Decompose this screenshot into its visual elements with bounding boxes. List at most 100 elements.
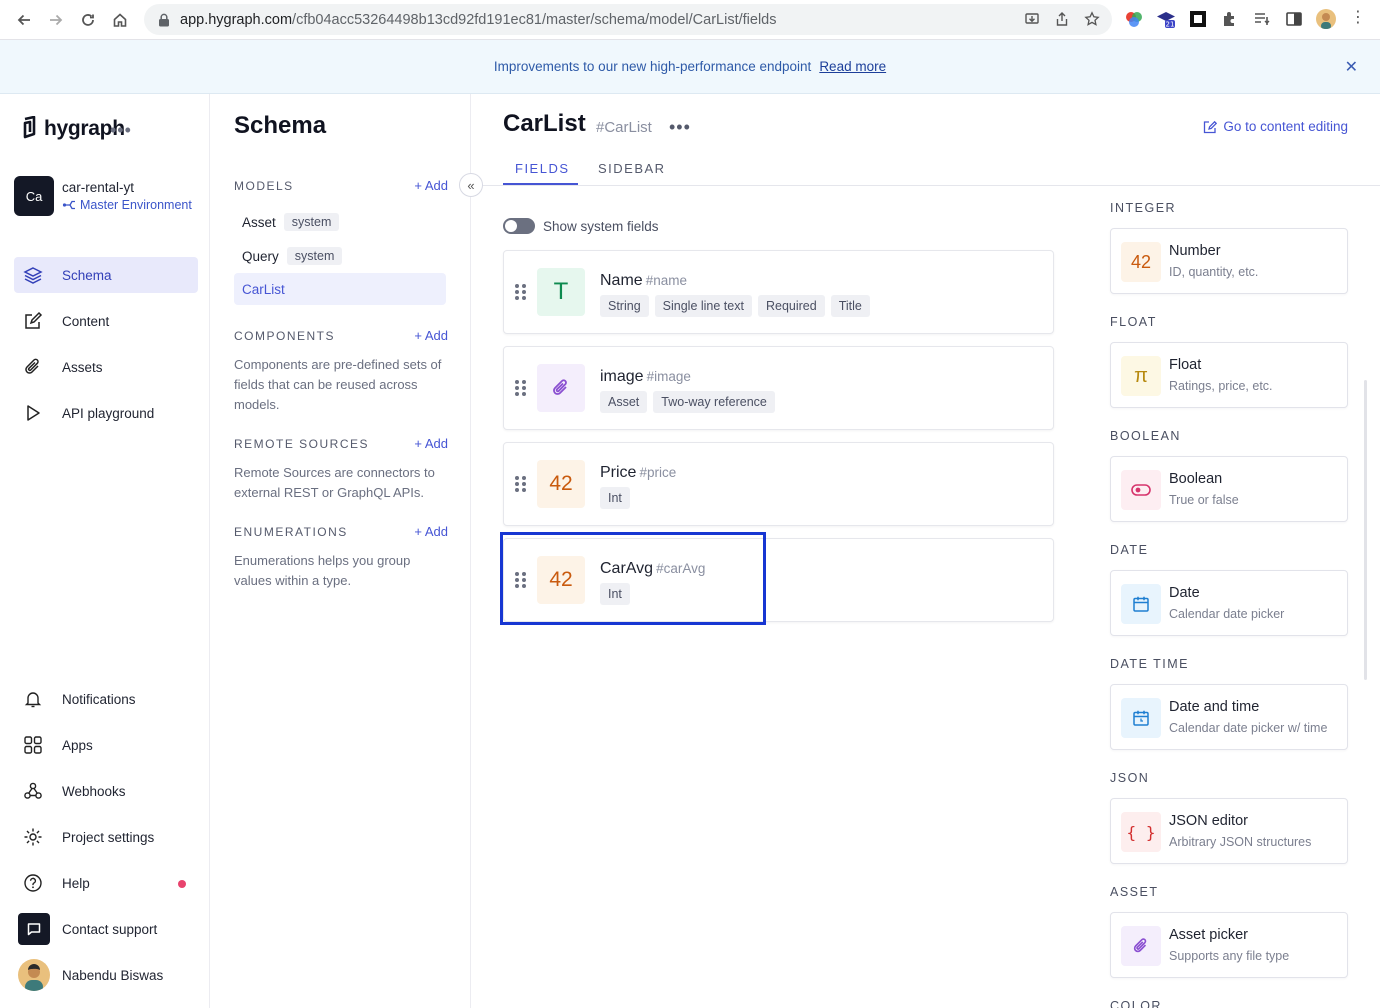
type-card-boolean[interactable]: Boolean True or false xyxy=(1110,456,1348,522)
field-card-caravg[interactable]: 42 CarAvg #carAvg Int xyxy=(503,538,1054,622)
url-host: app.hygraph.com xyxy=(180,11,293,28)
reload-icon[interactable] xyxy=(77,9,99,31)
type-card-number[interactable]: 42 Number ID, quantity, etc. xyxy=(1110,228,1348,294)
bell-icon xyxy=(22,688,44,710)
sidebar-item-contact-support[interactable]: Contact support xyxy=(14,911,198,947)
project-avatar: Ca xyxy=(14,176,54,216)
sidebar-item-label: Apps xyxy=(62,737,93,753)
type-group-heading: INTEGER xyxy=(1110,201,1177,215)
environment-link[interactable]: Master Environment xyxy=(62,198,192,212)
help-circle-icon xyxy=(22,872,44,894)
field-api-id: #price xyxy=(639,465,677,480)
share-icon[interactable] xyxy=(1054,11,1070,27)
layers-icon xyxy=(22,264,44,286)
drag-handle-icon[interactable] xyxy=(515,476,526,492)
forward-arrow-icon[interactable] xyxy=(45,9,67,31)
field-name: image #image xyxy=(600,368,691,385)
sidebar-item-project-settings[interactable]: Project settings xyxy=(14,819,198,855)
drag-handle-icon[interactable] xyxy=(515,380,526,396)
field-card-price[interactable]: 42 Price #price Int xyxy=(503,442,1054,526)
type-name: Date and time xyxy=(1169,699,1260,715)
drag-handle-icon[interactable] xyxy=(515,572,526,588)
graduation-extension-icon[interactable]: 21 xyxy=(1156,9,1176,29)
field-tag: Title xyxy=(830,295,870,317)
bookmark-star-icon[interactable] xyxy=(1084,11,1100,27)
add-component-button[interactable]: + Add xyxy=(414,328,448,343)
sidebar-item-api-playground[interactable]: API playground xyxy=(14,395,198,431)
add-remote-source-button[interactable]: + Add xyxy=(414,436,448,451)
user-name: Nabendu Biswas xyxy=(62,967,164,983)
type-description: Calendar date picker w/ time xyxy=(1169,721,1328,735)
model-item-carlist[interactable]: CarList xyxy=(234,273,446,305)
field-tag: String xyxy=(600,295,649,317)
project-name: car-rental-yt xyxy=(62,180,135,195)
sidebar-item-assets[interactable]: Assets xyxy=(14,349,198,385)
more-options-icon[interactable]: ••• xyxy=(110,120,132,141)
paperclip-icon xyxy=(1121,926,1161,966)
collapse-panel-button[interactable]: « xyxy=(459,173,483,197)
sidebar-item-user[interactable]: Nabendu Biswas xyxy=(14,957,198,993)
extension-badge: 21 xyxy=(1166,21,1175,29)
field-name: CarAvg #carAvg xyxy=(600,560,706,577)
system-tag: system xyxy=(286,247,343,265)
integer-type-icon: 42 xyxy=(1121,242,1161,282)
frame-extension-icon[interactable] xyxy=(1188,9,1208,29)
sidebar-item-schema[interactable]: Schema xyxy=(14,257,198,293)
color-extension-icon[interactable] xyxy=(1124,9,1144,29)
schema-title: Schema xyxy=(234,112,327,139)
type-card-asset-picker[interactable]: Asset picker Supports any file type xyxy=(1110,912,1348,978)
field-card-image[interactable]: image #image Asset Two-way reference xyxy=(503,346,1054,430)
install-app-icon[interactable] xyxy=(1024,11,1040,27)
tab-sidebar[interactable]: SIDEBAR xyxy=(598,161,666,176)
add-enumeration-button[interactable]: + Add xyxy=(414,524,448,539)
main-sidebar: hygraph ••• Ca car-rental-yt Master Envi… xyxy=(0,94,210,1008)
browser-menu-icon[interactable]: ⋮ xyxy=(1350,9,1366,29)
model-name: CarList xyxy=(242,281,285,297)
home-icon[interactable] xyxy=(109,9,131,31)
show-system-fields-toggle[interactable] xyxy=(503,218,535,234)
scrollbar[interactable] xyxy=(1364,380,1367,680)
profile-avatar[interactable] xyxy=(1316,9,1336,29)
side-panel-icon[interactable] xyxy=(1284,9,1304,29)
drag-handle-icon[interactable] xyxy=(515,284,526,300)
gear-icon xyxy=(22,826,44,848)
type-name: Date xyxy=(1169,585,1200,601)
type-card-date-time[interactable]: Date and time Calendar date picker w/ ti… xyxy=(1110,684,1348,750)
model-options-icon[interactable]: ••• xyxy=(669,117,691,138)
type-card-json[interactable]: { } JSON editor Arbitrary JSON structure… xyxy=(1110,798,1348,864)
sidebar-item-content[interactable]: Content xyxy=(14,303,198,339)
add-model-button[interactable]: + Add xyxy=(414,178,448,193)
type-card-date[interactable]: Date Calendar date picker xyxy=(1110,570,1348,636)
read-more-link[interactable]: Read more xyxy=(819,59,886,74)
sidebar-item-label: Help xyxy=(62,875,90,891)
field-tag: Single line text xyxy=(654,295,752,317)
field-card-name[interactable]: T Name #name String Single line text Requ… xyxy=(503,250,1054,334)
sidebar-item-help[interactable]: Help xyxy=(14,865,198,901)
components-section-header: COMPONENTS + Add xyxy=(234,328,448,343)
back-arrow-icon[interactable] xyxy=(13,9,35,31)
announcement-banner: Improvements to our new high-performance… xyxy=(0,40,1380,94)
puzzle-extension-icon[interactable] xyxy=(1220,9,1240,29)
go-to-content-editing-link[interactable]: Go to content editing xyxy=(1203,119,1348,134)
lock-icon xyxy=(159,13,169,26)
schema-panel: Schema MODELS + Add Asset system Query s… xyxy=(210,94,471,1008)
type-group-heading: DATE xyxy=(1110,543,1149,557)
calendar-icon xyxy=(1121,584,1161,624)
remote-sources-section-header: REMOTE SOURCES + Add xyxy=(234,436,448,451)
project-switcher[interactable]: Ca car-rental-yt Master Environment xyxy=(14,176,192,216)
model-item-query[interactable]: Query system xyxy=(234,240,446,272)
close-icon[interactable]: ✕ xyxy=(1345,57,1358,77)
type-card-float[interactable]: π Float Ratings, price, etc. xyxy=(1110,342,1348,408)
sidebar-item-apps[interactable]: Apps xyxy=(14,727,198,763)
sidebar-item-webhooks[interactable]: Webhooks xyxy=(14,773,198,809)
type-name: Number xyxy=(1169,243,1221,259)
type-group-heading: COLOR xyxy=(1110,999,1162,1008)
tab-fields[interactable]: FIELDS xyxy=(515,161,570,176)
reading-list-icon[interactable] xyxy=(1252,9,1272,29)
sidebar-item-notifications[interactable]: Notifications xyxy=(14,681,198,717)
sidebar-item-label: Project settings xyxy=(62,829,155,845)
field-name: Name #name xyxy=(600,272,687,289)
model-item-asset[interactable]: Asset system xyxy=(234,206,446,238)
model-tabs: FIELDS SIDEBAR xyxy=(471,150,1380,186)
address-bar[interactable]: app.hygraph.com/cfb04acc53264498b13cd92f… xyxy=(144,4,1112,35)
